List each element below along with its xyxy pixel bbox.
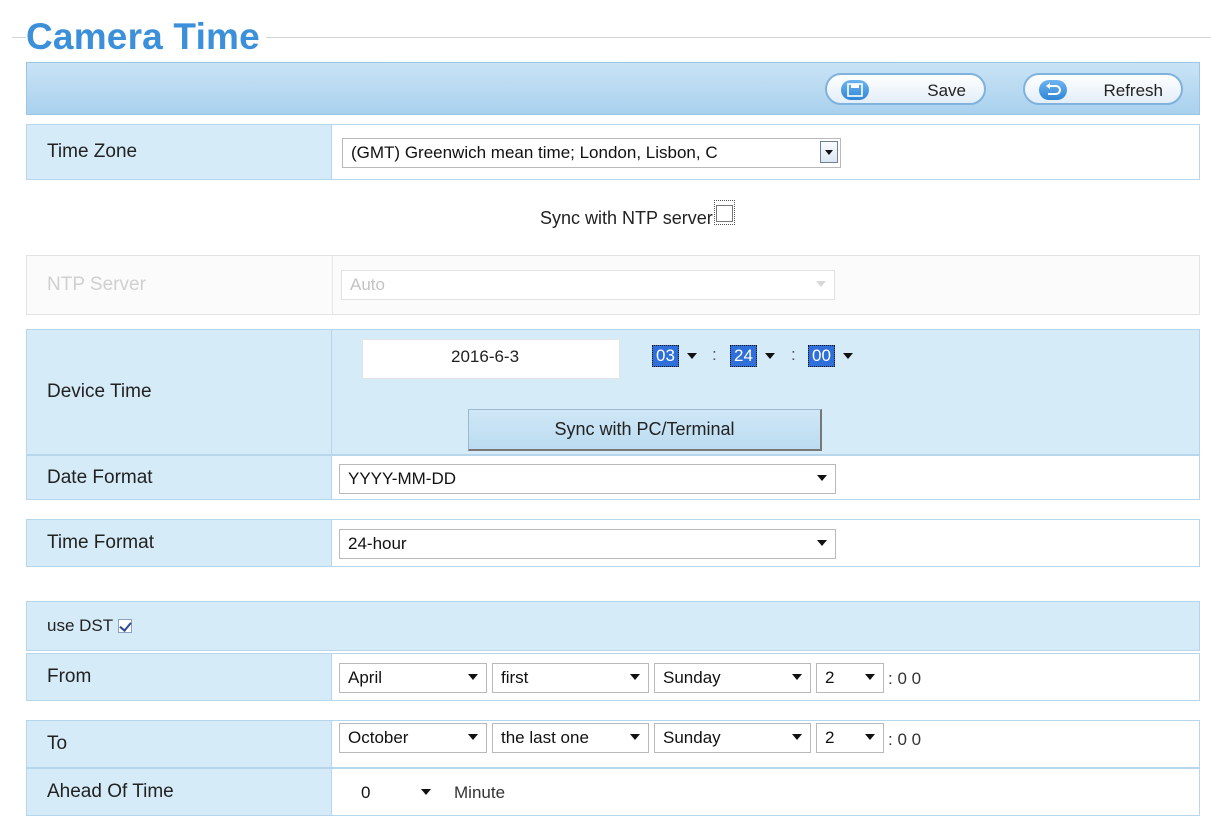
time-format-row: Time Format 24-hour <box>26 519 1200 567</box>
ntp-server-value: Auto <box>350 275 385 294</box>
time-format-select[interactable]: 24-hour <box>339 529 836 559</box>
to-hour-value: 2 <box>825 728 835 747</box>
sync-ntp-control: Sync with NTP server <box>540 200 735 231</box>
device-time-cell: 2016-6-3 03 : 24 : 00 Sync with PC/Termi… <box>332 330 1199 454</box>
hour-value: 03 <box>652 345 679 367</box>
from-hour-select[interactable]: 2 <box>816 663 884 693</box>
from-hour-value: 2 <box>825 668 835 687</box>
save-label: Save <box>927 81 966 100</box>
chevron-down-icon <box>792 734 802 740</box>
chevron-down-icon <box>842 353 853 359</box>
time-zone-cell: (GMT) Greenwich mean time; London, Lisbo… <box>332 125 1199 179</box>
ntp-server-row: NTP Server Auto <box>26 255 1200 315</box>
to-day-select[interactable]: Sunday <box>654 723 811 753</box>
ahead-minutes-value: 0 <box>361 783 371 802</box>
chevron-down-icon <box>421 789 431 795</box>
time-format-value: 24-hour <box>348 534 407 553</box>
time-format-cell: 24-hour <box>332 520 1199 566</box>
sync-ntp-checkbox-focus <box>713 200 735 225</box>
time-zone-row: Time Zone (GMT) Greenwich mean time; Lon… <box>26 124 1200 180</box>
to-week-select[interactable]: the last one <box>492 723 649 753</box>
time-zone-label: Time Zone <box>27 125 332 179</box>
date-format-row: Date Format YYYY-MM-DD <box>26 455 1200 500</box>
device-time-row: Device Time 2016-6-3 03 : 24 : 00 Sync w… <box>26 329 1200 455</box>
refresh-button[interactable]: Refresh <box>1023 73 1183 105</box>
refresh-label: Refresh <box>1103 81 1163 100</box>
dst-to-row: To October the last one Sunday 2 : 0 0 <box>26 720 1200 768</box>
save-button[interactable]: Save <box>825 73 986 105</box>
ahead-unit: Minute <box>454 783 506 802</box>
sync-pc-button[interactable]: Sync with PC/Terminal <box>468 409 822 451</box>
time-separator: : <box>791 345 796 364</box>
date-format-value: YYYY-MM-DD <box>348 469 456 488</box>
to-hour-select[interactable]: 2 <box>816 723 884 753</box>
dst-ahead-label: Ahead Of Time <box>27 769 332 815</box>
chevron-down-icon <box>817 475 827 481</box>
chevron-down-icon <box>468 734 478 740</box>
time-zone-select[interactable]: (GMT) Greenwich mean time; London, Lisbo… <box>342 138 841 168</box>
dst-from-cell: April first Sunday 2 : 0 0 <box>332 654 1199 700</box>
chevron-down-icon <box>816 281 826 287</box>
to-week-value: the last one <box>501 728 589 747</box>
dst-ahead-cell: 0 Minute <box>332 769 1199 815</box>
minute-select[interactable]: 24 <box>730 343 775 369</box>
ntp-server-label: NTP Server <box>47 274 146 295</box>
toolbar: Save Refresh <box>26 62 1200 115</box>
date-input[interactable]: 2016-6-3 <box>362 339 620 379</box>
dropdown-arrow-icon <box>820 141 838 163</box>
chevron-down-icon <box>764 353 775 359</box>
from-week-value: first <box>501 668 529 687</box>
divider <box>332 256 333 314</box>
dst-checkbox[interactable] <box>118 619 133 633</box>
to-month-select[interactable]: October <box>339 723 487 753</box>
second-value: 00 <box>808 345 835 367</box>
dst-from-label: From <box>27 654 332 700</box>
to-month-value: October <box>348 728 409 747</box>
dst-to-label: To <box>27 721 332 767</box>
second-select[interactable]: 00 <box>808 343 853 369</box>
chevron-down-icon <box>630 674 640 680</box>
from-day-value: Sunday <box>663 668 721 687</box>
chevron-down-icon <box>817 540 827 546</box>
time-format-label: Time Format <box>27 520 332 566</box>
to-time-suffix: : 0 0 <box>888 730 922 749</box>
dst-label: use DST <box>47 616 114 635</box>
chevron-down-icon <box>792 674 802 680</box>
ntp-server-select[interactable]: Auto <box>341 270 835 300</box>
to-day-value: Sunday <box>663 728 721 747</box>
minute-value: 24 <box>730 345 757 367</box>
from-time-suffix: : 0 0 <box>888 669 922 688</box>
chevron-down-icon <box>865 674 875 680</box>
save-icon <box>841 80 869 100</box>
sync-ntp-label: Sync with NTP server <box>540 208 713 228</box>
device-time-label: Device Time <box>27 330 332 454</box>
dst-from-row: From April first Sunday 2 : 0 0 <box>26 653 1200 701</box>
dst-ahead-row: Ahead Of Time 0 Minute <box>26 768 1200 816</box>
dst-to-cell: October the last one Sunday 2 : 0 0 <box>332 721 1199 767</box>
time-separator: : <box>712 345 717 364</box>
page-title: Camera Time <box>26 14 266 60</box>
date-format-label: Date Format <box>27 456 332 499</box>
refresh-icon <box>1039 80 1067 100</box>
chevron-down-icon <box>630 734 640 740</box>
chevron-down-icon <box>468 674 478 680</box>
time-zone-value: (GMT) Greenwich mean time; London, Lisbo… <box>351 143 718 162</box>
ahead-minutes-select[interactable]: 0 <box>352 778 440 808</box>
from-month-select[interactable]: April <box>339 663 487 693</box>
sync-ntp-checkbox[interactable] <box>715 204 733 222</box>
hour-select[interactable]: 03 <box>652 343 697 369</box>
chevron-down-icon <box>686 353 697 359</box>
date-format-cell: YYYY-MM-DD <box>332 456 1199 499</box>
date-format-select[interactable]: YYYY-MM-DD <box>339 464 836 494</box>
chevron-down-icon <box>865 734 875 740</box>
from-month-value: April <box>348 668 383 687</box>
from-day-select[interactable]: Sunday <box>654 663 811 693</box>
from-week-select[interactable]: first <box>492 663 649 693</box>
dst-header: use DST <box>26 601 1200 651</box>
